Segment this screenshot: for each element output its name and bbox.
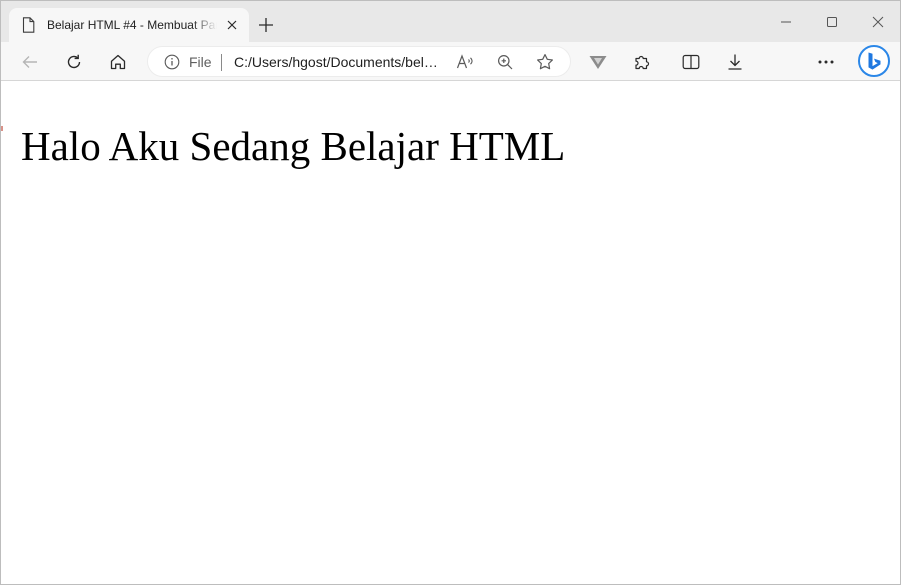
home-icon[interactable] (104, 48, 132, 76)
read-aloud-icon[interactable] (454, 51, 476, 73)
page-icon (21, 17, 35, 33)
address-scheme-label: File (189, 54, 212, 70)
more-options-icon[interactable] (812, 48, 840, 76)
browser-window: Belajar HTML #4 - Membuat Paragraf (0, 0, 901, 585)
new-tab-button[interactable] (255, 14, 277, 36)
zoom-icon[interactable] (494, 51, 516, 73)
refresh-icon[interactable] (60, 48, 88, 76)
page-heading: Halo Aku Sedang Belajar HTML (21, 123, 566, 169)
tab-strip: Belajar HTML #4 - Membuat Paragraf (1, 1, 900, 42)
tab-title: Belajar HTML #4 - Membuat Paragraf (47, 18, 217, 32)
maximize-icon[interactable] (819, 9, 845, 35)
info-icon[interactable] (164, 54, 180, 70)
close-window-icon[interactable] (865, 9, 891, 35)
bing-chat-icon[interactable] (858, 45, 890, 77)
address-bar[interactable]: File C:/Users/hgost/Documents/belajar-ht… (147, 46, 571, 77)
split-screen-icon[interactable] (677, 48, 705, 76)
minimize-icon[interactable] (773, 9, 799, 35)
back-icon[interactable] (16, 48, 44, 76)
address-divider (221, 54, 222, 71)
extension-shield-icon[interactable] (584, 48, 612, 76)
downloads-icon[interactable] (721, 48, 749, 76)
page-content: Halo Aku Sedang Belajar HTML (1, 81, 900, 584)
close-tab-icon[interactable] (223, 16, 241, 34)
extensions-puzzle-icon[interactable] (628, 48, 656, 76)
edge-mark (1, 126, 3, 131)
navigation-toolbar: File C:/Users/hgost/Documents/belajar-ht… (1, 42, 900, 113)
address-url[interactable]: C:/Users/hgost/Documents/belajar-html/in… (234, 54, 444, 71)
browser-tab[interactable]: Belajar HTML #4 - Membuat Paragraf (9, 8, 249, 42)
favorite-star-icon[interactable] (534, 51, 556, 73)
